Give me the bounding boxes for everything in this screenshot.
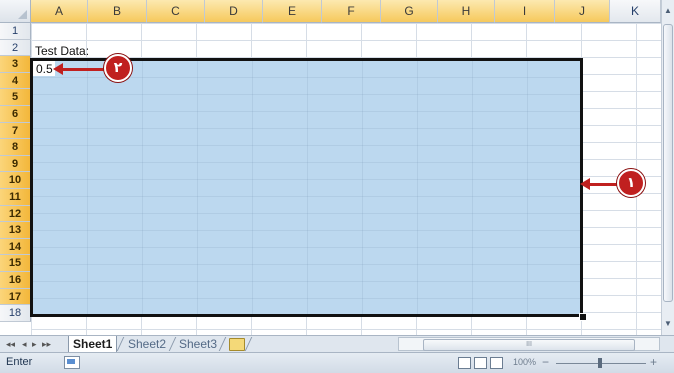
scroll-down-arrow-icon[interactable]: ▼	[663, 315, 673, 333]
fill-handle[interactable]	[579, 313, 587, 321]
row-header-5[interactable]: 5	[0, 89, 31, 106]
row-header-8[interactable]: 8	[0, 139, 31, 156]
horizontal-scrollbar[interactable]: III	[398, 337, 660, 351]
column-header-g[interactable]: G	[381, 0, 438, 23]
status-bar: Enter 100% − +	[0, 352, 674, 373]
vertical-scrollbar[interactable]: ▲ ▼	[661, 0, 674, 335]
row-header-15[interactable]: 15	[0, 255, 31, 272]
row-header-2[interactable]: 2	[0, 39, 31, 57]
page-break-view-icon[interactable]	[490, 357, 503, 369]
row-header-17[interactable]: 17	[0, 288, 31, 306]
insert-worksheet-icon[interactable]	[229, 338, 245, 351]
zoom-out-icon[interactable]: −	[542, 355, 549, 369]
column-header-d[interactable]: D	[205, 0, 263, 23]
row-header-1[interactable]: 1	[0, 23, 31, 40]
page-layout-view-icon[interactable]	[474, 357, 487, 369]
row-header-6[interactable]: 6	[0, 106, 31, 123]
row-header-4[interactable]: 4	[0, 72, 31, 90]
callout-two-badge: ٢	[104, 54, 132, 82]
cell-mode-indicator: Enter	[6, 356, 33, 368]
row-header-9[interactable]: 9	[0, 155, 31, 173]
callout-two-arrow-line	[62, 68, 107, 71]
row-header-13[interactable]: 13	[0, 222, 31, 239]
column-header-k[interactable]: K	[610, 0, 661, 23]
callout-one-arrow-head	[580, 178, 590, 190]
column-header-j[interactable]: J	[555, 0, 610, 23]
cell-a2[interactable]: Test Data:	[35, 44, 89, 58]
zoom-slider-knob[interactable]	[598, 358, 602, 368]
column-header-f[interactable]: F	[322, 0, 381, 23]
column-header-e[interactable]: E	[263, 0, 322, 23]
column-header-h[interactable]: H	[438, 0, 495, 23]
spreadsheet-grid: ABCDEFGHIJK 1 2 3 4 5 6 7 8 9 10 11 12 13 14 15 16 17 18 …	[0, 0, 661, 335]
normal-view-icon[interactable]	[458, 357, 471, 369]
selected-range[interactable]	[30, 58, 583, 317]
column-header-c[interactable]: C	[147, 0, 205, 23]
row-header-3[interactable]: 3	[0, 56, 31, 73]
macro-record-icon[interactable]	[64, 356, 80, 369]
zoom-level[interactable]: 100%	[513, 357, 536, 367]
first-sheet-nav-icon[interactable]: ◂◂	[6, 336, 15, 352]
last-sheet-nav-icon[interactable]: ▸▸	[42, 336, 51, 352]
row-header-16[interactable]: 16	[0, 272, 31, 289]
row-header-12[interactable]: 12	[0, 205, 31, 223]
prev-sheet-nav-icon[interactable]: ◂	[22, 336, 27, 352]
next-sheet-nav-icon[interactable]: ▸	[32, 336, 37, 352]
horizontal-scroll-thumb[interactable]: III	[423, 339, 635, 351]
sheet-tab-bar: ◂◂ ◂ ▸ ▸▸ Sheet1 Sheet2 Sheet3 III	[0, 335, 674, 352]
row-header-7[interactable]: 7	[0, 122, 31, 140]
column-header-b[interactable]: B	[88, 0, 147, 23]
row-header-14[interactable]: 14	[0, 238, 31, 256]
tab-divider	[244, 337, 253, 351]
callout-two-arrow-head	[53, 63, 63, 75]
row-header-10[interactable]: 10	[0, 172, 31, 189]
tab-sheet1[interactable]: Sheet1	[68, 336, 118, 352]
row-header-18[interactable]: 18	[0, 305, 31, 322]
select-all-button[interactable]	[0, 0, 31, 23]
tab-sheet3[interactable]: Sheet3	[175, 336, 221, 352]
tab-sheet2[interactable]: Sheet2	[124, 336, 170, 352]
column-header-a[interactable]: A	[31, 0, 88, 23]
scroll-up-arrow-icon[interactable]: ▲	[663, 2, 673, 20]
callout-one-badge: ١	[617, 169, 645, 197]
column-header-i[interactable]: I	[495, 0, 555, 23]
row-header-11[interactable]: 11	[0, 189, 31, 206]
cell-a3[interactable]: 0.5	[36, 62, 53, 76]
vertical-scroll-thumb[interactable]	[663, 24, 673, 302]
callout-one-arrow-line	[590, 183, 620, 186]
zoom-in-icon[interactable]: +	[650, 355, 657, 369]
